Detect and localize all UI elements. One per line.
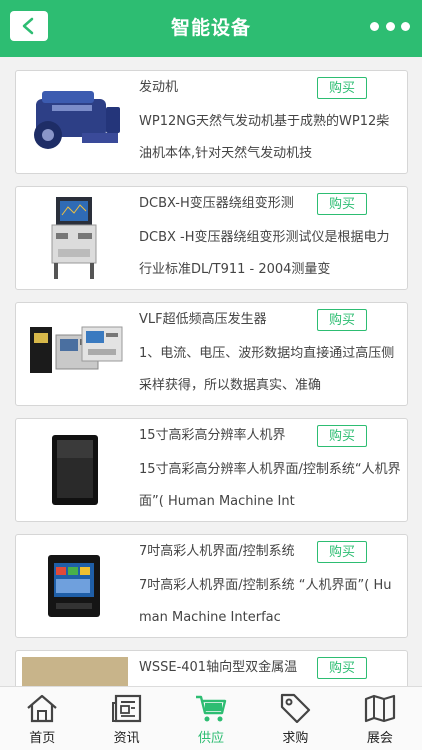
product-description: 15寸高彩高分辨率人机界面/控制系统“人机界面”( Human Machine … [139, 462, 401, 509]
tab-label: 首页 [29, 731, 56, 746]
tab-label: 供应 [198, 731, 225, 746]
map-icon [364, 694, 395, 723]
cart-icon [196, 695, 227, 722]
product-card[interactable]: 15寸高彩高分辨率人机界 购买 15寸高彩高分辨率人机界面/控制系统“人机界面”… [15, 418, 408, 522]
product-card[interactable]: DCBX-H变压器绕组变形测 购买 DCBX -H变压器绕组变形测试仪是根据电力… [15, 186, 408, 290]
product-image-engine[interactable] [22, 77, 128, 167]
product-description: DCBX -H变压器绕组变形测试仪是根据电力行业标准DL/T911 - 2004… [139, 230, 390, 277]
product-card[interactable]: VLF超低频高压发生器 购买 1、电流、电压、波形数据均直接通过高压侧采样获得，… [15, 302, 408, 406]
product-card[interactable]: 7吋高彩人机界面/控制系统 购买 7吋高彩人机界面/控制系统 “人机界面”( H… [15, 534, 408, 638]
news-icon [111, 694, 141, 723]
bottom-tab-bar: 首页 资讯 供应 求购 展会 [0, 686, 422, 750]
more-button[interactable] [370, 18, 410, 34]
top-bar: 智能设备 [0, 0, 422, 57]
tab-label: 求购 [282, 731, 309, 746]
product-name[interactable]: 15寸高彩高分辨率人机界 [139, 425, 315, 447]
tab-exhibition[interactable]: 展会 [338, 687, 422, 750]
more-dots-icon [370, 21, 379, 31]
tab-purchase[interactable]: 求购 [253, 687, 337, 750]
page-title: 智能设备 [170, 17, 251, 39]
tag-icon [281, 693, 311, 723]
tab-label: 资讯 [113, 731, 140, 746]
buy-button[interactable]: 购买 [317, 309, 367, 331]
product-name[interactable]: 发动机 [139, 77, 315, 99]
buy-button[interactable]: 购买 [317, 193, 367, 215]
product-image-transformer-tester[interactable] [22, 193, 128, 283]
product-description: 1、电流、电压、波形数据均直接通过高压侧采样获得，所以数据真实、准确 [139, 346, 395, 393]
home-icon [27, 694, 57, 723]
tab-home[interactable]: 首页 [0, 687, 84, 750]
buy-button[interactable]: 购买 [317, 425, 367, 447]
product-name[interactable]: VLF超低频高压发生器 [139, 309, 315, 331]
buy-button[interactable]: 购买 [317, 657, 367, 679]
tab-label: 展会 [366, 731, 393, 746]
product-description: WP12NG天然气发动机基于成熟的WP12柴油机本体,针对天然气发动机技 [139, 114, 390, 161]
product-image-vlf-generator[interactable] [22, 309, 128, 399]
product-image-hmi-7[interactable] [22, 541, 128, 631]
product-description: 7吋高彩人机界面/控制系统 “人机界面”( Human Machine Inte… [139, 578, 392, 625]
buy-button[interactable]: 购买 [317, 77, 367, 99]
product-name[interactable]: 7吋高彩人机界面/控制系统 [139, 541, 315, 563]
product-list[interactable]: 发动机 购买 WP12NG天然气发动机基于成熟的WP12柴油机本体,针对天然气发… [0, 57, 422, 686]
product-image-thermometer[interactable] [22, 657, 128, 686]
product-image-hmi-15[interactable] [22, 425, 128, 515]
buy-button[interactable]: 购买 [317, 541, 367, 563]
tab-supply[interactable]: 供应 [169, 687, 253, 750]
product-name[interactable]: WSSE-401轴向型双金属温 [139, 657, 315, 679]
product-card[interactable]: 发动机 购买 WP12NG天然气发动机基于成熟的WP12柴油机本体,针对天然气发… [15, 70, 408, 174]
tab-news[interactable]: 资讯 [84, 687, 168, 750]
product-card[interactable]: WSSE-401轴向型双金属温 购买 [15, 650, 408, 686]
product-name[interactable]: DCBX-H变压器绕组变形测 [139, 193, 315, 215]
